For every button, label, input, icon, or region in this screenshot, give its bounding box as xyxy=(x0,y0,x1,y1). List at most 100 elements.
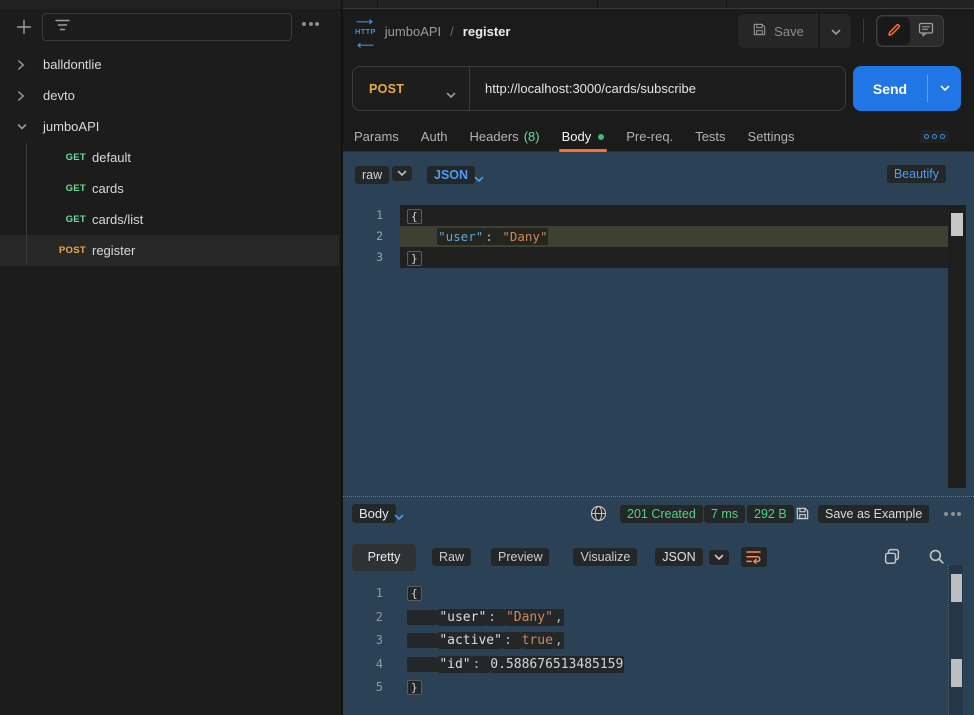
code-line[interactable]: 5} xyxy=(343,676,974,700)
wrap-lines-icon[interactable] xyxy=(741,547,767,567)
header-divider xyxy=(863,19,864,43)
request-response-panel: raw JSON Beautify 1{2 "user": "Dany"3} B… xyxy=(343,152,974,715)
collection-label: balldontlie xyxy=(43,57,102,72)
breadcrumb-request-name[interactable]: register xyxy=(463,24,511,39)
sidebar-item-devto[interactable]: devto xyxy=(0,80,339,111)
code-line[interactable]: 1{ xyxy=(343,205,974,226)
code-line-content: } xyxy=(400,676,966,700)
line-number: 2 xyxy=(343,226,383,247)
breadcrumb: HTTP jumboAPI / register xyxy=(355,20,510,42)
code-line-content: { xyxy=(400,205,966,226)
code-token: "user" xyxy=(438,609,487,626)
save-label: Save xyxy=(774,24,804,39)
code-token: true xyxy=(521,632,554,649)
view-raw[interactable]: Raw xyxy=(432,548,471,566)
globe-icon[interactable] xyxy=(590,505,607,525)
save-options-button[interactable] xyxy=(820,14,851,48)
line-number: 4 xyxy=(343,653,383,677)
method-select[interactable]: POST xyxy=(353,67,469,110)
code-token xyxy=(407,657,438,672)
search-icon[interactable] xyxy=(928,548,945,570)
beautify-button[interactable]: Beautify xyxy=(887,165,946,183)
sidebar-item-balldontlie[interactable]: balldontlie xyxy=(0,49,339,80)
tab-label: Headers xyxy=(470,129,519,144)
view-preview[interactable]: Preview xyxy=(491,548,549,566)
code-token: "active" xyxy=(438,632,503,649)
code-line[interactable]: 3} xyxy=(343,247,974,268)
copy-icon[interactable] xyxy=(884,548,900,570)
code-line[interactable]: 1{ xyxy=(343,582,974,606)
line-number: 5 xyxy=(343,676,383,700)
response-body-viewer[interactable]: 1{2 "user": "Dany",3 "active": true,4 "i… xyxy=(343,582,974,715)
chevron-down-icon[interactable] xyxy=(474,170,484,188)
request-tabs-more-icon[interactable] xyxy=(920,130,949,143)
scrollbar-thumb[interactable] xyxy=(951,659,962,687)
filter-input[interactable] xyxy=(42,13,292,41)
response-language-select[interactable]: JSON xyxy=(655,548,702,566)
chevron-down-icon[interactable] xyxy=(709,550,729,565)
postman-app: balldontliedevtojumboAPIGETdefaultGETcar… xyxy=(0,0,974,715)
chevron-down-icon[interactable] xyxy=(394,510,404,524)
body-language-select[interactable]: JSON xyxy=(427,166,475,184)
code-token: "user" xyxy=(437,228,484,245)
response-body-select[interactable]: Body xyxy=(352,504,396,523)
tab-params[interactable]: Params xyxy=(343,122,410,151)
request-method-badge: POST xyxy=(0,245,86,256)
http-request-icon: HTTP xyxy=(355,12,376,51)
scrollbar-thumb[interactable] xyxy=(951,574,962,602)
view-pretty[interactable]: Pretty xyxy=(352,544,416,571)
request-body-editor[interactable]: 1{2 "user": "Dany"3} xyxy=(343,205,974,488)
add-icon[interactable] xyxy=(14,17,34,37)
code-line-content: "id": 0.588676513485159 xyxy=(400,653,966,677)
tab-settings[interactable]: Settings xyxy=(737,122,806,151)
sidebar-request-register[interactable]: POST register xyxy=(0,235,339,266)
tab-label: Body xyxy=(562,129,592,144)
unsaved-dot xyxy=(598,134,604,140)
code-line[interactable]: 3 "active": true, xyxy=(343,629,974,653)
send-button[interactable]: Send xyxy=(853,66,961,111)
tab-auth[interactable]: Auth xyxy=(410,122,459,151)
sidebar-request-cards-list[interactable]: GETcards/list xyxy=(0,204,339,235)
code-token: "Dany" xyxy=(501,228,548,245)
tab-headers[interactable]: Headers(8) xyxy=(459,122,551,151)
line-number: 1 xyxy=(343,205,383,226)
tab-body[interactable]: Body xyxy=(551,122,616,151)
url-input[interactable]: http://localhost:3000/cards/subscribe xyxy=(470,67,845,110)
code-line[interactable]: 4 "id": 0.588676513485159 xyxy=(343,653,974,677)
request-label: register xyxy=(92,243,135,258)
code-token: : xyxy=(484,228,501,245)
save-as-example-button[interactable]: Save as Example xyxy=(818,505,929,523)
request-editor-scrollbar xyxy=(948,205,966,488)
code-line-content: "user": "Dany", xyxy=(400,606,966,630)
comments-button[interactable] xyxy=(910,17,942,45)
send-label: Send xyxy=(853,81,927,97)
scrollbar-thumb[interactable] xyxy=(951,213,963,236)
code-line-content: "active": true, xyxy=(400,629,966,653)
code-line[interactable]: 2 "user": "Dany", xyxy=(343,606,974,630)
save-button[interactable]: Save xyxy=(738,14,818,48)
tab-pre-req-[interactable]: Pre-req. xyxy=(615,122,684,151)
body-mode-select[interactable]: raw xyxy=(355,166,389,184)
response-more-icon[interactable] xyxy=(944,512,961,516)
tab-tests[interactable]: Tests xyxy=(684,122,736,151)
chevron-down-icon[interactable] xyxy=(392,166,412,181)
sidebar-item-jumboAPI[interactable]: jumboAPI xyxy=(0,111,339,142)
code-line[interactable]: 2 "user": "Dany" xyxy=(343,226,974,247)
response-separator xyxy=(343,496,974,497)
response-scrollbar xyxy=(948,565,963,715)
send-options-icon[interactable] xyxy=(928,85,961,92)
view-visualize[interactable]: Visualize xyxy=(573,548,637,566)
sidebar: balldontliedevtojumboAPIGETdefaultGETcar… xyxy=(0,9,343,715)
sidebar-more-icon[interactable] xyxy=(302,22,319,26)
code-token xyxy=(407,610,438,625)
status-badge: 201 Created xyxy=(620,505,703,523)
request-label: cards/list xyxy=(92,212,143,227)
response-view-toolbar: Pretty Raw Preview Visualize JSON xyxy=(352,543,974,571)
code-token: , xyxy=(554,609,564,626)
chevron-right-icon xyxy=(17,59,25,70)
sidebar-request-default[interactable]: GETdefault xyxy=(0,142,339,173)
breadcrumb-collection[interactable]: jumboAPI xyxy=(385,24,441,39)
sidebar-request-cards[interactable]: GETcards xyxy=(0,173,339,204)
request-label: default xyxy=(92,150,131,165)
edit-request-button[interactable] xyxy=(878,17,910,45)
